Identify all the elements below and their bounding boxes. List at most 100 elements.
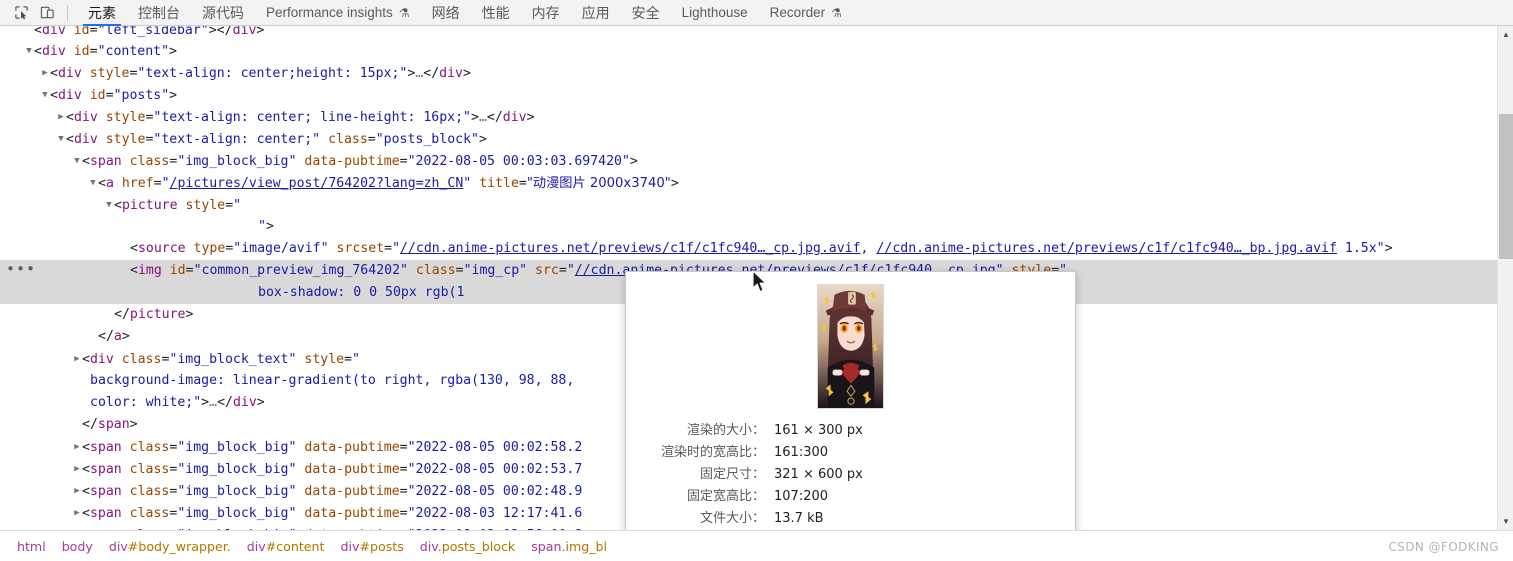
- breadcrumb-item-4[interactable]: div#posts: [332, 539, 411, 554]
- expand-arrow-closed-icon[interactable]: [72, 458, 82, 480]
- dom-token-punct: </: [423, 66, 440, 81]
- dom-token-punct: <: [82, 440, 90, 455]
- dom-token-attrn: id: [73, 26, 90, 38]
- dom-token-attrv: box-shadow: 0 0 50px rgb(1: [258, 285, 465, 300]
- breadcrumb-item-2[interactable]: div#body_wrapper.: [101, 539, 239, 554]
- tab-2[interactable]: 源代码: [191, 0, 255, 26]
- dom-token-attrv: "img_block_big": [177, 154, 297, 169]
- dom-token-attrv: "img_block_big": [177, 440, 297, 455]
- breadcrumb-tag: span: [531, 538, 562, 554]
- dom-token-attrn: title: [479, 176, 519, 191]
- dom-token-tagn: div: [89, 352, 114, 367]
- dom-token-tagn: source: [137, 241, 186, 256]
- dom-token-tagn: div: [232, 26, 257, 38]
- expand-arrow-open-icon[interactable]: [104, 194, 114, 216]
- tab-7[interactable]: 应用: [571, 0, 621, 26]
- expand-arrow-closed-icon[interactable]: [40, 62, 50, 84]
- dom-token-punct: </: [114, 307, 130, 322]
- dom-token-attrv: ": [161, 176, 170, 191]
- dom-token-attrv: "img_block_big": [177, 506, 297, 521]
- expand-arrow-open-icon[interactable]: [24, 40, 34, 62]
- dom-token-attrv: ,: [860, 241, 877, 256]
- dom-breadcrumb-bar[interactable]: html body div#body_wrapper. div#content div#…: [0, 530, 1513, 561]
- breadcrumb-class: .img_bl: [561, 538, 608, 554]
- device-toolbar-icon[interactable]: [34, 1, 60, 25]
- breadcrumb-item-0[interactable]: html: [9, 539, 54, 554]
- dom-token-link[interactable]: /pictures/view_post/764202?lang=zh_CN: [170, 176, 464, 191]
- expand-arrow-closed-icon[interactable]: [72, 436, 82, 458]
- dom-node-row[interactable]: ">: [0, 216, 1497, 238]
- expand-arrow-open-icon[interactable]: [56, 128, 66, 150]
- dom-token-tagn: span: [89, 154, 122, 169]
- dom-node-row[interactable]: <div id="posts">: [0, 84, 1497, 106]
- dom-node-content: color: white;">…</div>: [0, 392, 265, 414]
- inspect-element-icon[interactable]: [8, 1, 34, 25]
- dom-token-punct: >: [256, 395, 265, 410]
- dom-node-content: <div id="posts">: [0, 84, 177, 107]
- tab-5[interactable]: 性能: [471, 0, 521, 26]
- dom-node-row[interactable]: <div style="text-align: center;" class="…: [0, 128, 1497, 150]
- expand-arrow-open-icon[interactable]: [88, 172, 98, 194]
- dom-token-punct: =: [518, 176, 527, 191]
- dom-node-row[interactable]: <a href="/pictures/view_post/764202?lang…: [0, 172, 1497, 194]
- dom-node-row[interactable]: <source type="image/avif" srcset="//cdn.…: [0, 238, 1497, 260]
- dom-node-row[interactable]: <div id="content">: [0, 40, 1497, 62]
- dom-token-punct: <: [82, 506, 90, 521]
- dom-node-content: <div style="text-align: center;" class="…: [0, 128, 487, 151]
- dom-node-row[interactable]: <div style="text-align: center;height: 1…: [0, 62, 1497, 84]
- dom-token-attrv: 1.5x": [1336, 241, 1385, 256]
- tab-0[interactable]: 元素: [77, 0, 127, 26]
- expand-arrow-closed-icon[interactable]: [56, 106, 66, 128]
- dom-token-attrv: color: white;": [90, 395, 202, 410]
- scrollbar-down-arrow-icon[interactable]: ▼: [1498, 513, 1513, 530]
- dom-node-content: ">: [0, 216, 274, 238]
- tab-3[interactable]: Performance insights ⚗: [255, 0, 421, 26]
- dom-token-attrn: id: [89, 88, 106, 103]
- dom-node-content: background-image: linear-gradient(to rig…: [0, 370, 574, 392]
- image-preview-value: 13.7 kB: [774, 511, 824, 526]
- expand-arrow-open-icon[interactable]: [40, 84, 50, 106]
- tab-8[interactable]: 安全: [621, 0, 671, 26]
- scrollbar-up-arrow-icon[interactable]: ▲: [1498, 26, 1513, 43]
- dom-token-attrn: id: [169, 263, 186, 278]
- dom-node-row[interactable]: <span class = "img_block_big" data-pubtime…: [0, 150, 1497, 172]
- dom-node-row[interactable]: <div id="left_sidebar"></div>: [0, 26, 1497, 40]
- expand-arrow-closed-icon[interactable]: [72, 502, 82, 524]
- tab-6[interactable]: 内存: [521, 0, 571, 26]
- dom-node-row[interactable]: <div style="text-align: center; line-hei…: [0, 106, 1497, 128]
- tab-1[interactable]: 控制台: [127, 0, 191, 26]
- expand-arrow-closed-icon[interactable]: [72, 348, 82, 370]
- dom-node-content: </span>: [0, 414, 138, 436]
- breadcrumb-item-1[interactable]: body: [54, 539, 101, 554]
- dom-token-tagn: a: [113, 329, 122, 344]
- dom-node-content: <source type="image/avif" srcset="//cdn.…: [0, 238, 1393, 260]
- dom-token-cjkv: "动漫图片 2000x3740": [526, 176, 671, 191]
- expand-arrow-open-icon[interactable]: [72, 150, 82, 172]
- dom-token-punct: =: [399, 154, 408, 169]
- breadcrumb-item-3[interactable]: div#content: [239, 539, 333, 554]
- dom-token-punct: ></: [208, 26, 233, 38]
- dom-token-punct: </: [82, 417, 98, 432]
- breadcrumb-id: #content: [265, 538, 325, 554]
- dom-token-attrn: style: [105, 110, 146, 125]
- breadcrumb-tag: div: [419, 538, 438, 554]
- expand-arrow-closed-icon[interactable]: [72, 480, 82, 502]
- dom-token-punct: >: [462, 66, 471, 81]
- image-preview-value: 321 × 600 px: [774, 467, 863, 482]
- dom-tree-scrollbar[interactable]: ▲ ▼: [1497, 26, 1513, 530]
- dom-token-link[interactable]: //cdn.anime-pictures.net/previews/c1f/c1…: [400, 241, 861, 256]
- dom-node-row[interactable]: <picture style=": [0, 194, 1497, 216]
- tab-label: 元素: [88, 4, 116, 21]
- tab-4[interactable]: 网络: [421, 0, 471, 26]
- dom-token-link[interactable]: //cdn.anime-pictures.net/previews/c1f/c1…: [876, 241, 1337, 256]
- breadcrumb-item-6[interactable]: span.img_bl: [523, 539, 615, 554]
- dom-token-punct: =: [384, 241, 393, 256]
- dom-token-attrv: ": [566, 263, 575, 278]
- breadcrumb-item-5[interactable]: div.posts_block: [412, 539, 523, 554]
- dom-token-punct: >: [265, 219, 274, 234]
- scrollbar-thumb[interactable]: [1499, 114, 1513, 259]
- node-more-options-icon[interactable]: •••: [6, 260, 36, 282]
- dom-token-attrn: type: [193, 241, 226, 256]
- tab-9[interactable]: Lighthouse: [671, 0, 759, 26]
- tab-10[interactable]: Recorder ⚗: [759, 0, 853, 26]
